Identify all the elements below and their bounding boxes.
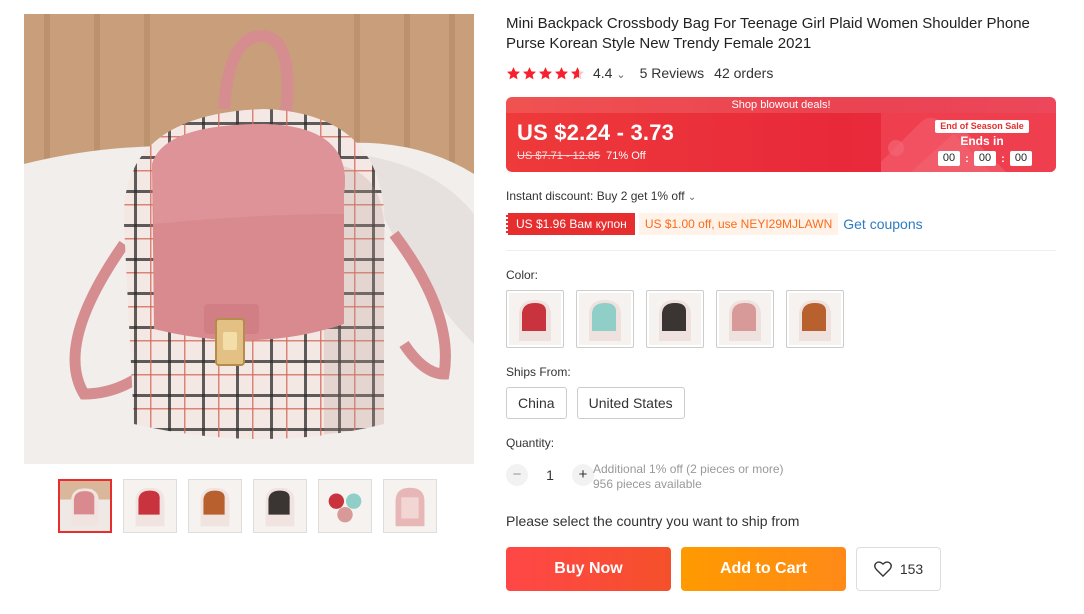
instant-discount-text: Instant discount: Buy 2 get 1% off — [506, 189, 685, 203]
star-icon — [506, 66, 521, 79]
star-icon — [538, 66, 553, 79]
quantity-stepper: − 1 + — [506, 464, 594, 486]
swatch-image — [719, 293, 771, 345]
thumb-image — [60, 481, 110, 531]
quantity-plus-button[interactable]: + — [572, 464, 594, 486]
ship-country-note: Please select the country you want to sh… — [506, 513, 800, 529]
quantity-info: Additional 1% off (2 pieces or more) 956… — [593, 462, 784, 492]
color-swatches — [506, 290, 844, 348]
thumbnail-brown[interactable] — [188, 479, 242, 533]
thumbnail-strip — [58, 479, 437, 533]
backpack-photo — [24, 14, 474, 464]
chevron-down-icon: ⌄ — [616, 69, 626, 81]
additional-discount-note: Additional 1% off (2 pieces or more) — [593, 462, 784, 476]
quantity-value[interactable]: 1 — [528, 467, 572, 483]
old-price-row: US $7.71 - 12.85 71% Off — [517, 150, 646, 162]
orders-count: 42 orders — [714, 65, 774, 81]
color-option-pink[interactable] — [716, 290, 774, 348]
divider — [506, 250, 1056, 251]
stock-available: 956 pieces available — [593, 477, 702, 491]
color-label: Color: — [506, 268, 539, 282]
swatch-image — [649, 293, 701, 345]
thumbnail-back[interactable] — [383, 479, 437, 533]
thumb-image — [384, 480, 436, 532]
thumb-image — [189, 480, 241, 532]
action-buttons: Buy Now Add to Cart 153 — [506, 547, 941, 591]
swatch-image — [509, 293, 561, 345]
rating-number: 4.4 — [593, 65, 613, 81]
swatch-image — [579, 293, 631, 345]
rating-row: 4.4 ⌄ 5 Reviews 42 orders — [506, 64, 773, 82]
color-option-brown[interactable] — [786, 290, 844, 348]
old-price: US $7.71 - 12.85 — [517, 150, 601, 162]
product-title: Mini Backpack Crossbody Bag For Teenage … — [506, 15, 1030, 52]
thumbnail-black[interactable] — [253, 479, 307, 533]
swatch-image — [789, 293, 841, 345]
color-option-mint[interactable] — [576, 290, 634, 348]
star-icon — [522, 66, 537, 79]
rating-value[interactable]: 4.4 ⌄ — [593, 65, 626, 81]
discount-percent: 71% Off — [606, 150, 646, 162]
star-half-icon — [570, 66, 585, 79]
countdown-timer: 00 : 00 : 00 — [938, 151, 1032, 166]
add-to-cart-button[interactable]: Add to Cart — [681, 547, 846, 591]
timer-minutes: 00 — [974, 151, 996, 166]
chevron-down-icon: ⌄ — [687, 192, 697, 203]
quantity-label: Quantity: — [506, 436, 555, 450]
product-main-image[interactable] — [24, 14, 474, 464]
star-icon — [554, 66, 569, 79]
ships-from-options: China United States — [506, 387, 685, 419]
ends-in-label: Ends in — [960, 134, 1004, 148]
wishlist-count: 153 — [899, 561, 924, 577]
ships-from-label: Ships From: — [506, 365, 571, 379]
quantity-minus-button[interactable]: − — [506, 464, 528, 486]
get-coupons-link[interactable]: Get coupons — [843, 216, 922, 232]
coupon-row: US $1.96 Вам купон US $1.00 off, use NEY… — [506, 213, 923, 235]
thumb-image — [124, 480, 176, 532]
wishlist-button[interactable]: 153 — [856, 547, 941, 591]
reviews-link[interactable]: 5 Reviews — [640, 65, 705, 81]
thumbnail-red[interactable] — [123, 479, 177, 533]
buy-now-button[interactable]: Buy Now — [506, 547, 671, 591]
timer-seconds: 00 — [1010, 151, 1032, 166]
thumb-image — [319, 480, 371, 532]
ship-option-united-states[interactable]: United States — [576, 387, 685, 419]
timer-hours: 00 — [938, 151, 960, 166]
thumbnail-group[interactable] — [318, 479, 372, 533]
deal-price: US $2.24 - 3.73 — [517, 120, 675, 145]
deal-header: Shop blowout deals! — [506, 97, 1056, 113]
ship-option-china[interactable]: China — [506, 387, 567, 419]
heart-icon — [873, 561, 892, 577]
color-option-black[interactable] — [646, 290, 704, 348]
store-coupon[interactable]: US $1.96 Вам купон — [506, 213, 635, 235]
thumbnail-pink[interactable] — [58, 479, 112, 533]
code-coupon[interactable]: US $1.00 off, use NEYI29MJLAWN — [638, 213, 839, 235]
color-option-red[interactable] — [506, 290, 564, 348]
thumb-image — [254, 480, 306, 532]
season-sale-tag: End of Season Sale — [935, 120, 1029, 133]
rating-stars — [506, 66, 585, 81]
instant-discount[interactable]: Instant discount: Buy 2 get 1% off ⌄ — [506, 189, 696, 203]
